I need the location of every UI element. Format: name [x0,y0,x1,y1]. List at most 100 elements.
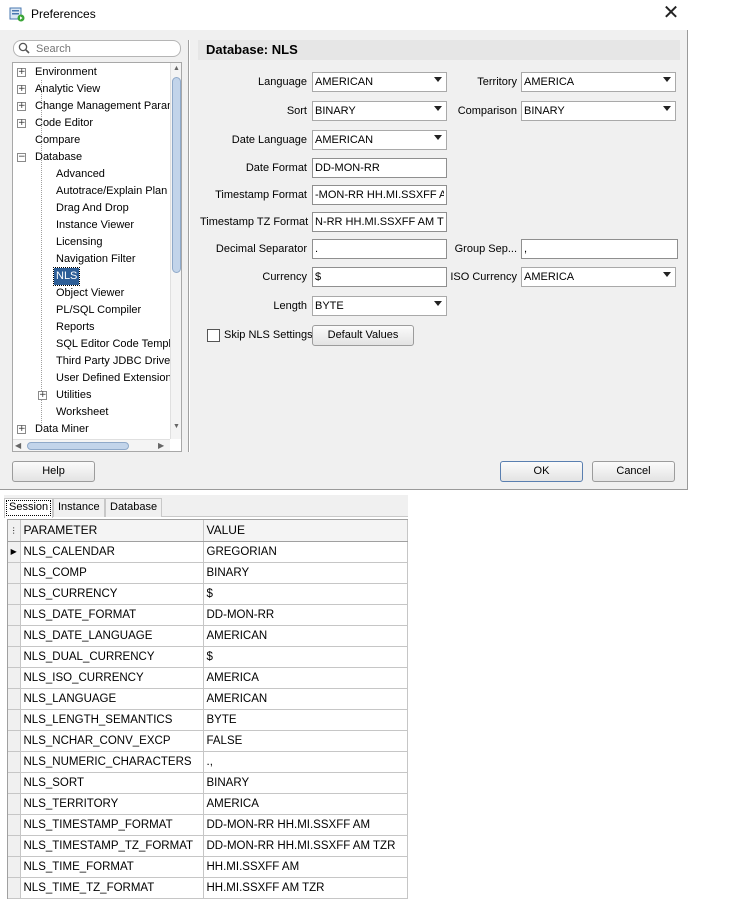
tree-vertical-scrollbar[interactable]: ▲ ▼ [170,63,181,439]
skip-nls-checkbox[interactable] [207,329,220,342]
default-values-button[interactable]: Default Values [312,325,414,346]
group-separator-field[interactable] [521,239,678,259]
tree-item[interactable]: + Change Management Paran [13,98,173,115]
date-language-select[interactable]: AMERICAN [312,130,447,150]
grid-corner-icon[interactable]: ⋮ [8,520,21,542]
panel-splitter[interactable] [188,40,190,452]
tree-item[interactable]: + Environment [13,64,170,81]
tree-item[interactable]: Third Party JDBC Driver [13,353,174,370]
vertical-scroll-thumb[interactable] [172,77,181,273]
help-button[interactable]: Help [12,461,95,482]
parameter-cell[interactable]: NLS_LENGTH_SEMANTICS [20,709,204,731]
value-cell[interactable]: DD-MON-RR HH.MI.SSXFF AM [203,814,408,836]
table-row[interactable]: NLS_TIME_FORMAT HH.MI.SSXFF AM [8,856,408,878]
value-cell[interactable]: ., [203,751,408,773]
parameter-cell[interactable]: NLS_DUAL_CURRENCY [20,646,204,668]
row-header[interactable] [8,625,21,647]
close-icon[interactable]: ✕ [656,2,686,26]
parameter-cell[interactable]: NLS_SORT [20,772,204,794]
tree-item[interactable]: + Code Editor [13,115,170,132]
value-cell[interactable]: BINARY [203,562,408,584]
tree-item[interactable]: SQL Editor Code Templa [13,336,177,353]
parameter-cell[interactable]: NLS_TERRITORY [20,793,204,815]
expand-icon[interactable]: + [17,68,26,77]
current-row-indicator-icon[interactable]: ▶ [8,541,21,563]
comparison-select[interactable]: BINARY [521,101,676,121]
collapse-icon[interactable]: − [17,153,26,162]
row-header[interactable] [8,814,21,836]
row-header[interactable] [8,562,21,584]
row-header[interactable] [8,667,21,689]
value-cell[interactable]: BYTE [203,709,408,731]
value-cell[interactable]: AMERICA [203,667,408,689]
row-header[interactable] [8,709,21,731]
parameter-cell[interactable]: NLS_CALENDAR [20,541,204,563]
value-cell[interactable]: BINARY [203,772,408,794]
value-cell[interactable]: $ [203,646,408,668]
row-header[interactable] [8,856,21,878]
tree-item[interactable]: Worksheet [13,404,170,421]
parameter-cell[interactable]: NLS_DATE_FORMAT [20,604,204,626]
column-header-value[interactable]: VALUE [203,520,408,542]
horizontal-scroll-thumb[interactable] [27,442,129,450]
scroll-down-icon[interactable]: ▼ [173,423,180,430]
tree-item[interactable]: Licensing [13,234,170,251]
row-header[interactable] [8,793,21,815]
row-header[interactable] [8,730,21,752]
table-row[interactable]: NLS_DUAL_CURRENCY $ [8,646,408,668]
tree-horizontal-scrollbar[interactable]: ◀ ▶ [13,439,170,451]
ok-button[interactable]: OK [500,461,583,482]
sort-select[interactable]: BINARY [312,101,447,121]
parameter-cell[interactable]: NLS_CURRENCY [20,583,204,605]
parameter-cell[interactable]: NLS_TIME_TZ_FORMAT [20,877,204,899]
table-row[interactable]: NLS_ISO_CURRENCY AMERICA [8,667,408,689]
tree-item[interactable]: NLS [13,267,170,286]
tree-item[interactable]: Instance Viewer [13,217,170,234]
table-row[interactable]: ▶ NLS_CALENDAR GREGORIAN [8,541,408,563]
row-header[interactable] [8,772,21,794]
row-header[interactable] [8,646,21,668]
tree-item[interactable]: Advanced [13,166,170,183]
scroll-up-icon[interactable]: ▲ [173,65,180,72]
table-row[interactable]: NLS_LANGUAGE AMERICAN [8,688,408,710]
row-header[interactable] [8,877,21,899]
tree-item[interactable]: PL/SQL Compiler [13,302,170,319]
row-header[interactable] [8,688,21,710]
tree-item[interactable]: Navigation Filter [13,251,170,268]
tree-item[interactable]: + Analytic View [13,81,170,98]
value-cell[interactable]: AMERICAN [203,688,408,710]
table-row[interactable]: NLS_LENGTH_SEMANTICS BYTE [8,709,408,731]
parameter-cell[interactable]: NLS_TIMESTAMP_TZ_FORMAT [20,835,204,857]
value-cell[interactable]: GREGORIAN [203,541,408,563]
row-header[interactable] [8,751,21,773]
column-header-parameter[interactable]: PARAMETER [20,520,204,542]
parameter-cell[interactable]: NLS_ISO_CURRENCY [20,667,204,689]
value-cell[interactable]: $ [203,583,408,605]
expand-icon[interactable]: + [38,391,47,400]
decimal-separator-field[interactable] [312,239,447,259]
row-header[interactable] [8,604,21,626]
parameter-cell[interactable]: NLS_LANGUAGE [20,688,204,710]
tree-item[interactable]: + Data Miner [13,421,170,438]
length-select[interactable]: BYTE [312,296,447,316]
search-input[interactable] [36,41,176,56]
table-row[interactable]: NLS_CURRENCY $ [8,583,408,605]
timestamp-tz-format-field[interactable] [312,212,447,232]
parameter-cell[interactable]: NLS_TIME_FORMAT [20,856,204,878]
value-cell[interactable]: AMERICAN [203,625,408,647]
territory-select[interactable]: AMERICA [521,72,676,92]
tab-session[interactable]: Session [4,498,54,518]
date-format-field[interactable] [312,158,447,178]
expand-icon[interactable]: + [17,102,26,111]
tree-item[interactable]: User Defined Extension [13,370,172,387]
language-select[interactable]: AMERICAN [312,72,447,92]
parameter-cell[interactable]: NLS_NUMERIC_CHARACTERS [20,751,204,773]
tree-item[interactable]: Reports [13,319,170,336]
tree-item[interactable]: Compare [13,132,170,149]
table-row[interactable]: NLS_TERRITORY AMERICA [8,793,408,815]
iso-currency-select[interactable]: AMERICA [521,267,676,287]
value-cell[interactable]: DD-MON-RR [203,604,408,626]
table-row[interactable]: NLS_DATE_FORMAT DD-MON-RR [8,604,408,626]
table-row[interactable]: NLS_DATE_LANGUAGE AMERICAN [8,625,408,647]
table-row[interactable]: NLS_NUMERIC_CHARACTERS., [8,751,408,773]
